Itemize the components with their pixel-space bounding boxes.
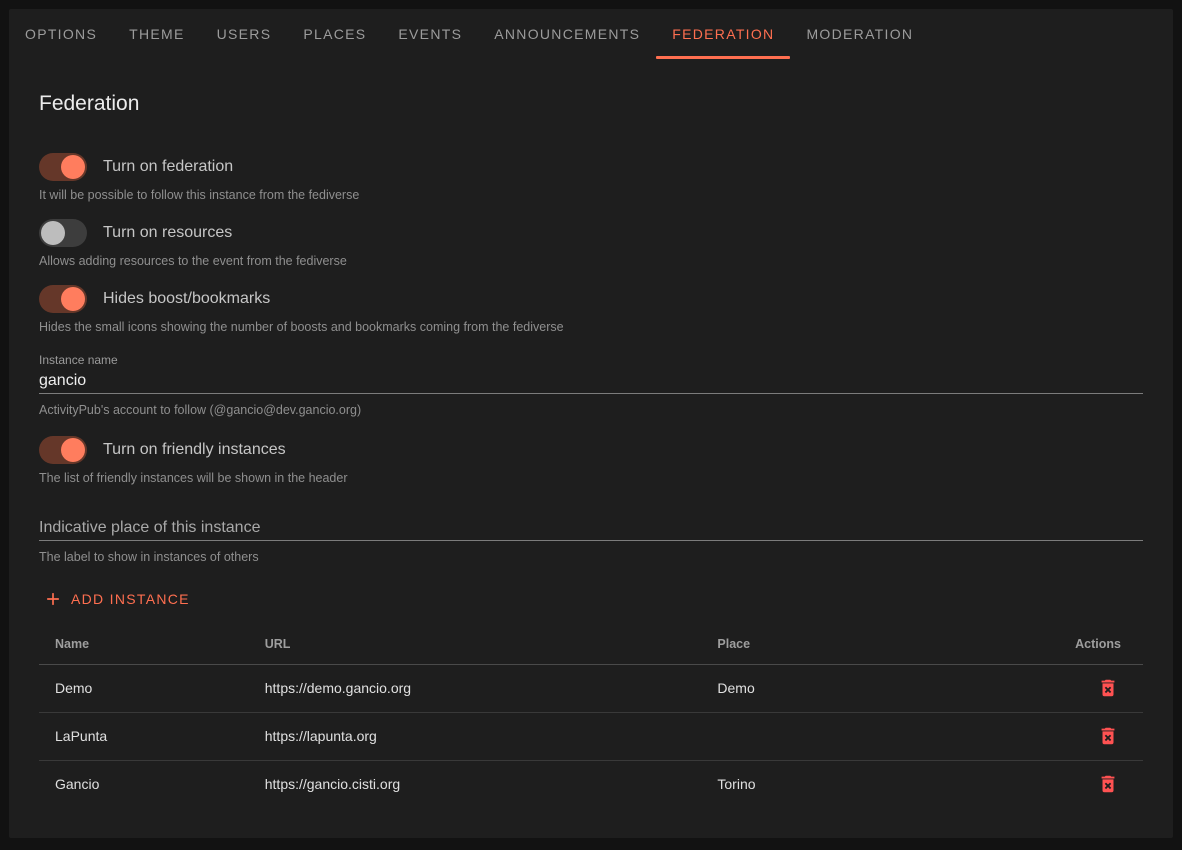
instance-actions-cell (1033, 760, 1143, 808)
tab-label: PLACES (303, 26, 366, 42)
tab-announcements[interactable]: ANNOUNCEMENTS (478, 9, 656, 59)
instance-place-field: The label to show in instances of others (39, 518, 1143, 565)
instance-name-label: Instance name (39, 353, 1143, 368)
header-place: Place (701, 624, 1032, 664)
add-instance-button[interactable]: ADD INSTANCE (39, 587, 194, 611)
active-tab-underline (656, 56, 790, 59)
toggle-knob (61, 287, 85, 311)
trash-delete-icon (1097, 677, 1119, 699)
tab-users[interactable]: USERS (201, 9, 288, 59)
delete-instance-button[interactable] (1095, 723, 1121, 749)
plus-icon (43, 589, 63, 609)
friendly-instances-toggle[interactable] (39, 436, 87, 464)
friendly-instances-toggle-label: Turn on friendly instances (103, 441, 286, 459)
instance-place-cell (701, 712, 1032, 760)
instance-name-cell: LaPunta (39, 712, 249, 760)
tab-events[interactable]: EVENTS (382, 9, 478, 59)
tab-places[interactable]: PLACES (287, 9, 382, 59)
toggle-knob (61, 438, 85, 462)
trash-delete-icon (1097, 773, 1119, 795)
instance-name-cell: Demo (39, 664, 249, 712)
instance-actions-cell (1033, 712, 1143, 760)
instance-place-cell: Demo (701, 664, 1032, 712)
resources-toggle-label: Turn on resources (103, 224, 232, 242)
toggle-knob (41, 221, 65, 245)
friendly-instances-table: Name URL Place Actions Demo https://demo… (39, 624, 1143, 808)
header-url: URL (249, 624, 702, 664)
instance-name-hint: ActivityPub's account to follow (@gancio… (39, 402, 1143, 418)
delete-instance-button[interactable] (1095, 675, 1121, 701)
tab-label: OPTIONS (25, 26, 97, 42)
tab-label: EVENTS (398, 26, 462, 42)
add-instance-button-label: ADD INSTANCE (71, 591, 190, 607)
tab-label: THEME (129, 26, 185, 42)
tab-options[interactable]: OPTIONS (9, 9, 113, 59)
instance-name-field: Instance name ActivityPub's account to f… (39, 353, 1143, 418)
instance-table-row: LaPunta https://lapunta.org (39, 712, 1143, 760)
header-actions: Actions (1033, 624, 1143, 664)
tab-label: FEDERATION (672, 26, 774, 42)
friendly-instances-toggle-section: Turn on friendly instances The list of f… (39, 436, 1143, 486)
federation-toggle-section: Turn on federation It will be possible t… (39, 153, 1143, 203)
tab-label: USERS (217, 26, 272, 42)
instance-name-input[interactable] (39, 371, 1143, 394)
trash-delete-icon (1097, 725, 1119, 747)
instance-url-cell: https://gancio.cisti.org (249, 760, 702, 808)
instance-url-cell: https://lapunta.org (249, 712, 702, 760)
page-title: Federation (39, 93, 1143, 115)
friendly-instances-toggle-hint: The list of friendly instances will be s… (39, 470, 1143, 486)
toggle-knob (61, 155, 85, 179)
instance-table-row: Demo https://demo.gancio.org Demo (39, 664, 1143, 712)
resources-toggle-section: Turn on resources Allows adding resource… (39, 219, 1143, 269)
instances-table-body: Demo https://demo.gancio.org Demo LaPunt… (39, 664, 1143, 808)
admin-settings-panel: OPTIONS THEME USERS PLACES EVENTS ANNOUN… (9, 9, 1173, 838)
federation-toggle[interactable] (39, 153, 87, 181)
header-name: Name (39, 624, 249, 664)
hide-boost-toggle-label: Hides boost/bookmarks (103, 290, 270, 308)
instance-url-cell: https://demo.gancio.org (249, 664, 702, 712)
resources-toggle[interactable] (39, 219, 87, 247)
hide-boost-toggle[interactable] (39, 285, 87, 313)
tab-theme[interactable]: THEME (113, 9, 201, 59)
instance-name-cell: Gancio (39, 760, 249, 808)
federation-toggle-label: Turn on federation (103, 158, 233, 176)
table-header-row: Name URL Place Actions (39, 624, 1143, 664)
tab-bar: OPTIONS THEME USERS PLACES EVENTS ANNOUN… (9, 9, 1173, 59)
instance-actions-cell (1033, 664, 1143, 712)
tab-label: ANNOUNCEMENTS (494, 26, 640, 42)
federation-settings: Federation Turn on federation It will be… (9, 93, 1173, 808)
instance-place-input[interactable] (39, 518, 1143, 541)
instance-place-hint: The label to show in instances of others (39, 549, 1143, 565)
tab-moderation[interactable]: MODERATION (790, 9, 929, 59)
boost-toggle-section: Hides boost/bookmarks Hides the small ic… (39, 285, 1143, 335)
hide-boost-toggle-hint: Hides the small icons showing the number… (39, 319, 1143, 335)
tab-label: MODERATION (806, 26, 913, 42)
federation-toggle-hint: It will be possible to follow this insta… (39, 187, 1143, 203)
instance-place-cell: Torino (701, 760, 1032, 808)
tab-federation[interactable]: FEDERATION (656, 9, 790, 59)
resources-toggle-hint: Allows adding resources to the event fro… (39, 253, 1143, 269)
instance-table-row: Gancio https://gancio.cisti.org Torino (39, 760, 1143, 808)
delete-instance-button[interactable] (1095, 771, 1121, 797)
